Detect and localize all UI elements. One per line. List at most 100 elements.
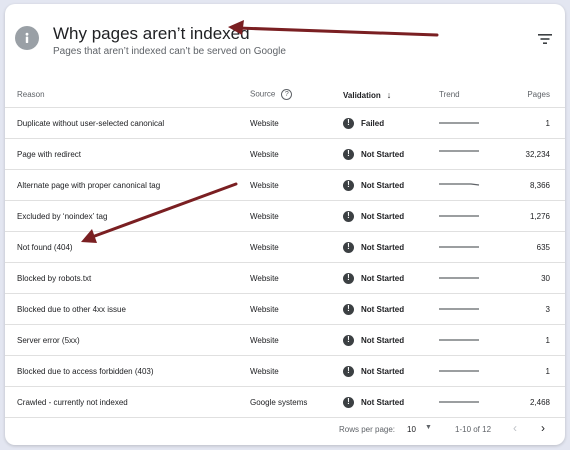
reason-cell: Blocked due to other 4xx issue — [5, 293, 250, 325]
rows-per-page-select[interactable]: 10 — [407, 425, 416, 434]
page-title: Why pages aren’t indexed — [53, 24, 250, 43]
chevron-left-icon[interactable]: ‹ — [513, 421, 517, 435]
validation-status: Not Started — [361, 149, 405, 159]
pages-cell: 3 — [525, 293, 565, 325]
trend-sparkline — [439, 183, 480, 186]
trend-cell — [439, 200, 525, 232]
table-row[interactable]: Duplicate without user-selected canonica… — [5, 107, 565, 139]
alert-icon: ! — [343, 365, 354, 377]
column-header-source-label: Source — [250, 89, 276, 99]
alert-icon: ! — [343, 210, 354, 222]
trend-cell — [439, 355, 525, 387]
source-cell: Website — [250, 200, 343, 232]
column-header-trend: Trend — [439, 82, 525, 108]
trend-sparkline — [439, 308, 479, 310]
validation-status: Not Started — [361, 211, 405, 221]
trend-sparkline — [439, 401, 479, 403]
help-icon[interactable]: ? — [281, 89, 293, 100]
table-row[interactable]: Page with redirect Website! Not Started 32,… — [5, 138, 565, 170]
column-header-validation-label: Validation — [343, 90, 381, 100]
pagination-range: 1-10 of 12 — [455, 425, 492, 434]
pages-cell: 32,234 — [525, 138, 565, 170]
trend-sparkline — [439, 246, 479, 248]
reason-cell: Excluded by ‘noindex’ tag — [5, 200, 250, 232]
trend-cell — [439, 138, 525, 170]
table-row[interactable]: Blocked due to other 4xx issue Website! No… — [5, 293, 565, 325]
table-row[interactable]: Server error (5xx) Website! Not Started 1 — [5, 324, 565, 356]
pages-cell: 1 — [525, 324, 565, 356]
source-cell: Website — [250, 107, 343, 139]
validation-status: Not Started — [361, 335, 405, 345]
page-subtitle: Pages that aren’t indexed can’t be serve… — [53, 46, 286, 57]
validation-cell: ! Not Started — [343, 231, 439, 263]
validation-cell: ! Not Started — [343, 169, 439, 201]
pages-cell: 8,366 — [525, 169, 565, 201]
pages-cell: 30 — [525, 262, 565, 294]
pages-cell: 1,276 — [525, 200, 565, 232]
source-cell: Website — [250, 231, 343, 263]
table-row[interactable]: Excluded by ‘noindex’ tag Website! Not Sta… — [5, 200, 565, 232]
reason-cell: Page with redirect — [5, 138, 250, 170]
trend-cell — [439, 169, 525, 201]
reasons-table: Reason Source? Validation ↓ Trend Pages D… — [5, 82, 565, 418]
source-cell: Website — [250, 262, 343, 294]
trend-cell — [439, 293, 525, 325]
validation-cell: ! Not Started — [343, 200, 439, 232]
indexing-card: Why pages aren’t indexed Pages that aren… — [5, 4, 565, 445]
validation-status: Not Started — [361, 304, 405, 314]
trend-cell — [439, 107, 525, 139]
pages-cell: 635 — [525, 231, 565, 263]
table-row[interactable]: Blocked by robots.txt Website! Not Started… — [5, 262, 565, 294]
table-body: Duplicate without user-selected canonica… — [5, 107, 565, 418]
source-cell: Website — [250, 293, 343, 325]
validation-status: Not Started — [361, 273, 405, 283]
validation-status: Not Started — [361, 397, 405, 407]
trend-cell — [439, 324, 525, 356]
reason-cell: Blocked due to access forbidden (403) — [5, 355, 250, 387]
source-cell: Website — [250, 138, 343, 170]
pages-cell: 1 — [525, 107, 565, 139]
table-row[interactable]: Alternate page with proper canonical tag… — [5, 169, 565, 201]
source-cell: Website — [250, 355, 343, 387]
table-row[interactable]: Not found (404) Website! Not Started 635 — [5, 231, 565, 263]
alert-icon: ! — [343, 272, 354, 284]
validation-cell: ! Not Started — [343, 324, 439, 356]
reason-cell: Not found (404) — [5, 231, 250, 263]
column-header-validation[interactable]: Validation ↓ — [343, 82, 439, 108]
validation-cell: ! Not Started — [343, 293, 439, 325]
alert-icon: ! — [343, 117, 354, 129]
validation-status: Not Started — [361, 366, 405, 376]
table-header-row: Reason Source? Validation ↓ Trend Pages — [5, 82, 565, 108]
table-row[interactable]: Blocked due to access forbidden (403) Web… — [5, 355, 565, 387]
source-cell: Website — [250, 324, 343, 356]
column-header-reason[interactable]: Reason — [5, 82, 250, 108]
validation-cell: ! Not Started — [343, 355, 439, 387]
alert-icon: ! — [343, 303, 354, 315]
column-header-pages[interactable]: Pages — [525, 82, 565, 108]
alert-icon: ! — [343, 396, 354, 408]
validation-status: Not Started — [361, 180, 405, 190]
validation-cell: ! Not Started — [343, 138, 439, 170]
column-header-source[interactable]: Source? — [250, 82, 343, 108]
trend-cell — [439, 231, 525, 263]
info-icon — [15, 26, 39, 50]
reason-cell: Duplicate without user-selected canonica… — [5, 107, 250, 139]
trend-cell — [439, 262, 525, 294]
validation-status: Failed — [361, 118, 385, 128]
source-cell: Website — [250, 169, 343, 201]
validation-cell: ! Failed — [343, 107, 439, 139]
dropdown-caret-icon[interactable]: ▼ — [425, 424, 432, 431]
trend-sparkline — [439, 150, 479, 152]
reason-cell: Server error (5xx) — [5, 324, 250, 356]
alert-icon: ! — [343, 334, 354, 346]
filter-icon[interactable] — [537, 32, 553, 46]
trend-sparkline — [439, 215, 479, 217]
chevron-right-icon[interactable]: › — [541, 421, 545, 435]
trend-sparkline — [439, 370, 479, 372]
reason-cell: Alternate page with proper canonical tag — [5, 169, 250, 201]
pages-cell: 1 — [525, 355, 565, 387]
alert-icon: ! — [343, 241, 354, 253]
validation-cell: ! Not Started — [343, 262, 439, 294]
validation-status: Not Started — [361, 242, 405, 252]
table-footer: Rows per page: 10 ▼ 1-10 of 12 ‹ › — [5, 413, 565, 445]
